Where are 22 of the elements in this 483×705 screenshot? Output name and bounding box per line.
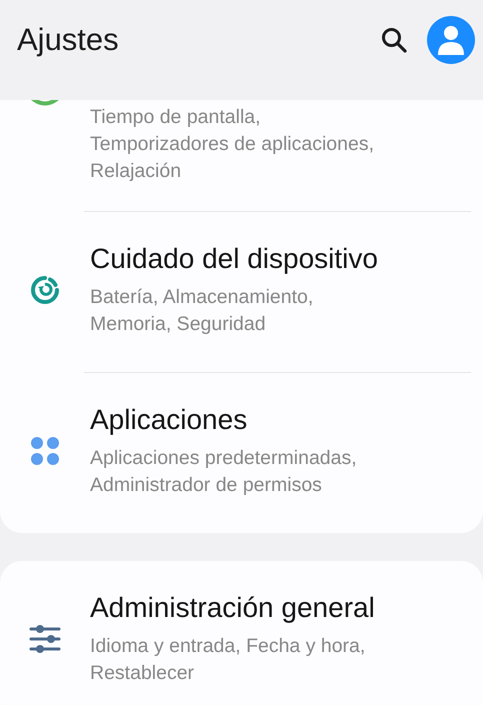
item-subtitle: Administrador de permisos — [90, 473, 322, 498]
item-subtitle: Aplicaciones predeterminadas, — [90, 446, 357, 471]
arc-icon — [30, 100, 60, 106]
settings-item[interactable]: Tiempo de pantalla, Temporizadores de aplicaciones, Relajación — [0, 100, 483, 211]
item-subtitle: Relajación — [90, 159, 182, 184]
item-title: Aplicaciones — [90, 403, 248, 437]
refresh-ring-icon — [30, 275, 60, 305]
settings-item[interactable]: Aplicaciones Aplicaciones predeterminadas, Administrador de permisos — [0, 373, 483, 533]
page-title: Ajustes — [17, 22, 120, 58]
item-subtitle: Batería, Almacenamiento, — [90, 285, 314, 310]
item-subtitle: Temporizadores de aplicaciones, — [90, 132, 374, 157]
sliders-icon — [29, 625, 61, 653]
settings-item[interactable]: Cuidado del dispositivo Batería, Almacenamiento, Memoria, Seguridad — [0, 212, 483, 372]
settings-item[interactable]: Administración general Idioma y entrada, Fecha y hora, Restablecer — [0, 561, 483, 705]
item-title: Administración general — [90, 591, 376, 625]
item-subtitle: Memoria, Seguridad — [90, 312, 266, 337]
item-subtitle: Tiempo de pantalla, — [90, 105, 261, 130]
account-avatar[interactable] — [427, 16, 475, 64]
dots-grid-icon — [29, 435, 61, 467]
item-subtitle: Idioma y entrada, Fecha y hora, — [90, 634, 366, 659]
item-title: Cuidado del dispositivo — [90, 242, 379, 276]
item-subtitle: Restablecer — [90, 661, 194, 686]
